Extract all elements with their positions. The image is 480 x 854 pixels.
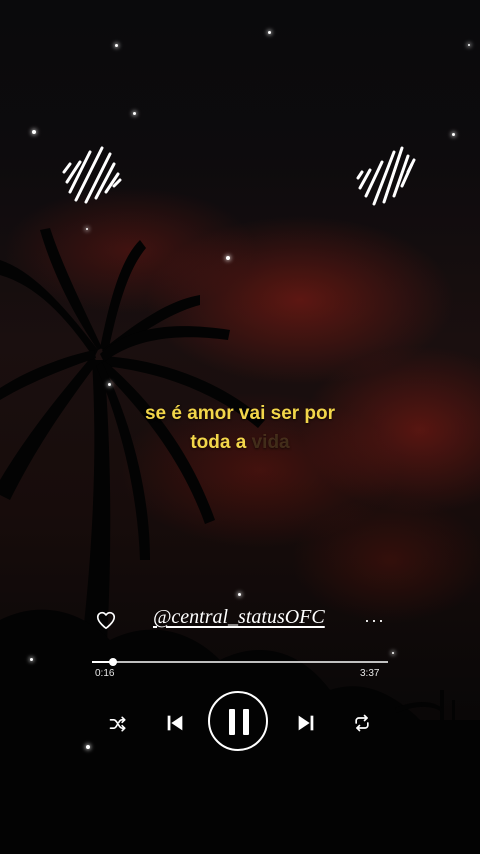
sound-wave-icon [356, 146, 416, 206]
total-time: 3:37 [360, 668, 380, 679]
sound-wave-icon [62, 146, 122, 204]
lyric-upcoming-text: vida [251, 432, 290, 453]
lyric-line: toda a vida [0, 432, 480, 454]
star [452, 133, 455, 136]
star [32, 130, 36, 134]
pause-button[interactable] [208, 691, 268, 751]
elapsed-time: 0:16 [95, 668, 115, 679]
channel-handle[interactable]: @central_statusOFC [153, 606, 325, 629]
star [468, 44, 470, 46]
star [115, 44, 118, 47]
music-status-screen: se é amor vai ser por toda a vida @centr… [0, 0, 480, 854]
heart-icon[interactable] [95, 609, 117, 631]
skip-previous-icon[interactable] [164, 712, 186, 734]
star [226, 256, 230, 260]
repeat-icon[interactable] [352, 713, 372, 733]
lyric-active-text: toda a [190, 432, 247, 453]
star [392, 652, 394, 654]
more-options-button[interactable]: ··· [364, 610, 385, 631]
star [86, 228, 88, 230]
shuffle-icon[interactable] [108, 714, 128, 734]
star [108, 383, 111, 386]
star [238, 593, 241, 596]
star [133, 112, 136, 115]
skip-next-icon[interactable] [295, 712, 317, 734]
star [30, 658, 33, 661]
lyric-line: se é amor vai ser por [144, 403, 336, 424]
progress-bar[interactable] [92, 658, 388, 666]
pause-icon [243, 709, 249, 735]
star [86, 745, 90, 749]
star [268, 31, 271, 34]
pause-icon [229, 709, 235, 735]
